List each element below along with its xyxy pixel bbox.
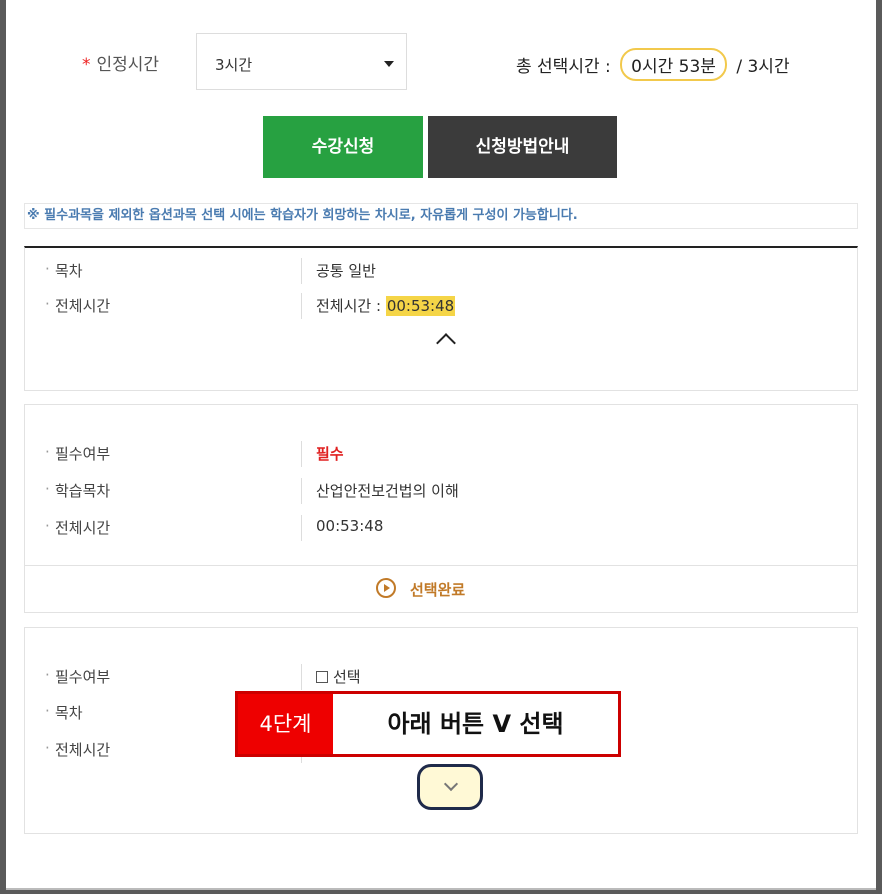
select-done-button[interactable]: 선택완료 [25, 565, 857, 612]
guide-button[interactable]: 신청방법안내 [428, 116, 617, 178]
apply-button[interactable]: 수강신청 [263, 116, 423, 178]
option-notice: ※ 필수과목을 제외한 옵션과목 선택 시에는 학습자가 희망하는 차시로, 자… [24, 203, 858, 229]
required-badge: 필수 [316, 445, 344, 463]
topic-row: 학습목차 산업안전보건법의 이해 [25, 478, 857, 504]
step-badge: 4단계 [238, 694, 333, 754]
step-message: 아래 버튼 V 선택 [387, 710, 564, 738]
chevron-up-icon[interactable] [436, 333, 456, 353]
required-row: 필수여부 필수 [25, 441, 857, 467]
total-selected-value: 0시간 53분 [620, 48, 727, 81]
time-summary-row: * 인정시간 3시간 총 선택시간 : 0시간 53분 / 3시간 [6, 0, 876, 110]
step-callout: 4단계 아래 버튼 V 선택 [235, 691, 621, 757]
total-time-row: 전체시간 00:53:48 [25, 515, 857, 541]
cert-time-select-value: 3시간 [215, 56, 253, 74]
expand-button[interactable] [417, 764, 483, 810]
required-star: * [82, 55, 91, 75]
required-row: 필수여부 선택 [25, 664, 857, 690]
play-circle-icon [376, 578, 396, 598]
caret-down-icon [384, 61, 394, 67]
cert-time-select[interactable]: 3시간 [196, 33, 407, 90]
cert-time-label: * 인정시간 [82, 55, 160, 75]
total-selected-time: 총 선택시간 : 0시간 53분 / 3시간 [516, 48, 790, 81]
course-panel-common: 목차 공통 일반 전체시간 전체시간 : 00:53:48 [24, 246, 858, 391]
course-apply-modal: * 인정시간 3시간 총 선택시간 : 0시간 53분 / 3시간 수강신청 신청… [6, 0, 876, 890]
toc-row: 목차 공통 일반 [25, 258, 857, 284]
chevron-down-icon [443, 776, 459, 792]
time-highlight: 00:53:48 [385, 296, 456, 316]
select-checkbox[interactable] [316, 671, 328, 683]
total-time-row: 전체시간 전체시간 : 00:53:48 [25, 293, 857, 319]
course-panel-required: 필수여부 필수 학습목차 산업안전보건법의 이해 전체시간 00:53:48 선… [24, 404, 858, 613]
total-max-value: 3시간 [747, 57, 790, 77]
